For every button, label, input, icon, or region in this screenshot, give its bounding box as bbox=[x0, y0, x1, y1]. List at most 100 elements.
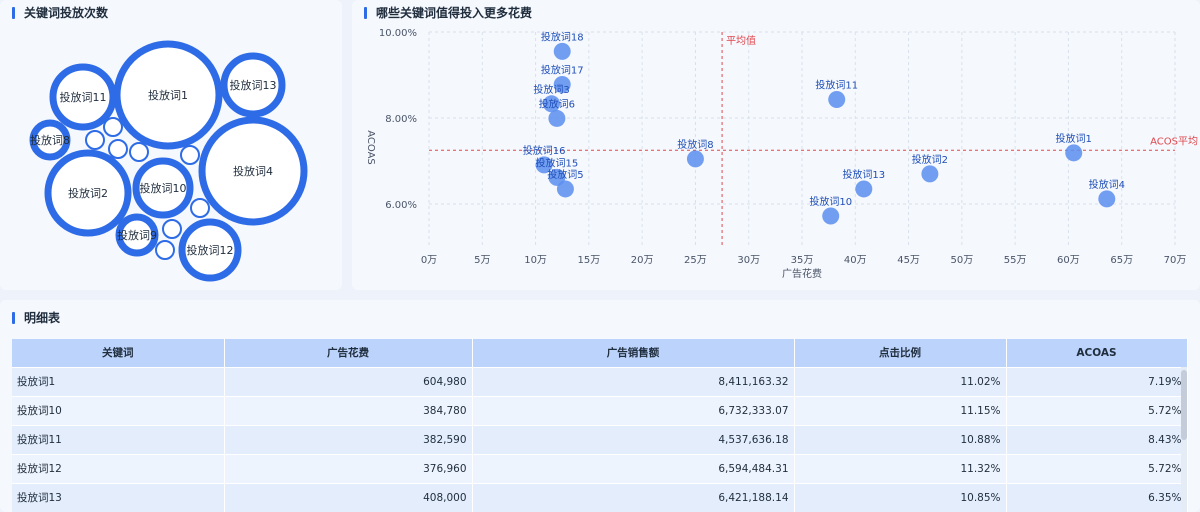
bubble-label: 投放词9 bbox=[117, 228, 157, 242]
detail-table: 关键词 广告花费 广告销售额 点击比例 ACOAS 投放词1 604,980 8… bbox=[12, 339, 1188, 512]
scatter-point[interactable] bbox=[828, 91, 846, 109]
small-bubble[interactable] bbox=[85, 130, 105, 150]
x-tick-label: 50万 bbox=[950, 255, 973, 266]
cell-ad-spend: 408,000 bbox=[224, 482, 473, 512]
scatter-point-label: 投放词3 bbox=[533, 83, 569, 96]
table-row[interactable]: 投放词12 376,960 6,594,484.31 11.32% 5.72% bbox=[12, 453, 1188, 483]
bubble-label: 投放词13 bbox=[230, 78, 277, 92]
cell-click-ratio: 10.88% bbox=[794, 424, 1007, 454]
scatter-point[interactable] bbox=[548, 109, 566, 127]
scatter-panel: 哪些关键词值得投入更多花费 平均值 ACOS平均 0万 5万 10万 15万 20万 25万… bbox=[352, 0, 1200, 290]
table-scrollbar-thumb[interactable] bbox=[1181, 370, 1187, 440]
table-row[interactable]: 投放词1 604,980 8,411,163.32 11.02% 7.19% bbox=[12, 366, 1188, 396]
scatter-point-label: 投放词5 bbox=[547, 168, 583, 181]
small-bubble[interactable] bbox=[155, 240, 175, 260]
detail-table-panel: 明细表 关键词 广告花费 广告销售额 点击比例 ACOAS 投放词1 604,9… bbox=[0, 300, 1200, 512]
cell-keyword: 投放词11 bbox=[12, 424, 225, 454]
x-tick-label: 70万 bbox=[1164, 255, 1187, 266]
scatter-point[interactable] bbox=[1065, 144, 1083, 162]
scatter-point-label: 投放词11 bbox=[815, 79, 858, 92]
bubble-label: 投放词10 bbox=[140, 181, 187, 195]
cell-keyword: 投放词13 bbox=[12, 482, 225, 512]
cell-ad-sales: 6,594,484.31 bbox=[472, 453, 795, 483]
small-bubble[interactable] bbox=[162, 219, 182, 239]
x-tick-label: 25万 bbox=[684, 255, 707, 266]
cell-ad-spend: 604,980 bbox=[224, 366, 473, 396]
scatter-point-label: 投放词2 bbox=[912, 153, 948, 166]
bubble-label: 投放词1 bbox=[148, 88, 188, 102]
column-header-ad-spend[interactable]: 广告花费 bbox=[224, 339, 473, 367]
cell-keyword: 投放词1 bbox=[12, 366, 225, 396]
x-tick-label: 15万 bbox=[577, 255, 600, 266]
x-tick-label: 40万 bbox=[844, 255, 867, 266]
bubble-label: 投放词8 bbox=[30, 133, 70, 147]
x-tick-label: 60万 bbox=[1057, 255, 1080, 266]
x-tick-label: 55万 bbox=[1004, 255, 1027, 266]
bubble-chart: 投放词1 投放词4 投放词2 投放词10 投放词11 投放词13 投放词12 投… bbox=[29, 40, 308, 282]
x-tick-label: 45万 bbox=[897, 255, 920, 266]
cell-keyword: 投放词12 bbox=[12, 453, 225, 483]
column-header-keyword[interactable]: 关键词 bbox=[12, 339, 225, 367]
scatter-point-label: 投放词15 bbox=[536, 156, 579, 169]
cell-click-ratio: 11.32% bbox=[794, 453, 1007, 483]
scatter-point-label: 投放词18 bbox=[541, 30, 584, 43]
average-y-label: ACOS平均 bbox=[1150, 135, 1198, 147]
cell-click-ratio: 11.02% bbox=[794, 366, 1007, 396]
bubble-label: 投放词4 bbox=[233, 164, 273, 178]
cell-ad-sales: 8,411,163.32 bbox=[472, 366, 795, 396]
average-x-label: 平均值 bbox=[726, 34, 756, 47]
small-bubble[interactable] bbox=[129, 142, 149, 162]
scatter-point-label: 投放词10 bbox=[809, 195, 852, 208]
scatter-point[interactable] bbox=[553, 42, 571, 60]
small-bubble[interactable] bbox=[108, 139, 128, 159]
scatter-point[interactable] bbox=[822, 207, 840, 225]
x-tick-label: 30万 bbox=[737, 255, 760, 266]
scatter-point-label: 投放词16 bbox=[523, 144, 566, 157]
cell-ad-sales: 4,537,636.18 bbox=[472, 424, 795, 454]
table-panel-title: 明细表 bbox=[12, 311, 60, 325]
y-axis-title: ACOAS bbox=[365, 130, 376, 165]
scatter-point-label: 投放词8 bbox=[677, 138, 713, 151]
x-tick-label: 10万 bbox=[524, 255, 547, 266]
column-header-ad-sales[interactable]: 广告销售额 bbox=[472, 339, 795, 367]
y-tick-label: 10.00% bbox=[379, 28, 417, 39]
cell-click-ratio: 10.85% bbox=[794, 482, 1007, 512]
x-tick-label: 20万 bbox=[631, 255, 654, 266]
table-row[interactable]: 投放词11 382,590 4,537,636.18 10.88% 8.43% bbox=[12, 424, 1188, 454]
scatter-point-label: 投放词13 bbox=[842, 168, 885, 181]
small-bubble[interactable] bbox=[180, 145, 200, 165]
cell-acoas: 5.72% bbox=[1006, 395, 1188, 425]
scatter-chart: 平均值 ACOS平均 0万 5万 10万 15万 20万 25万 30万 35万 40万 45万 50… bbox=[365, 28, 1198, 280]
small-bubble[interactable] bbox=[190, 198, 210, 218]
cell-ad-sales: 6,732,333.07 bbox=[472, 395, 795, 425]
scatter-point-label: 投放词1 bbox=[1056, 132, 1092, 145]
x-axis-title: 广告花费 bbox=[782, 267, 822, 280]
cell-ad-spend: 376,960 bbox=[224, 453, 473, 483]
cell-click-ratio: 11.15% bbox=[794, 395, 1007, 425]
scatter-point-label: 投放词6 bbox=[539, 97, 575, 110]
table-header-row: 关键词 广告花费 广告销售额 点击比例 ACOAS bbox=[12, 339, 1188, 367]
scatter-point-label: 投放词17 bbox=[541, 63, 584, 76]
bubble-label: 投放词12 bbox=[187, 243, 234, 257]
bubble-label: 投放词2 bbox=[68, 186, 108, 200]
column-header-acoas[interactable]: ACOAS bbox=[1006, 339, 1188, 367]
scatter-point[interactable] bbox=[1098, 190, 1116, 208]
scatter-point[interactable] bbox=[686, 150, 704, 168]
x-tick-label: 65万 bbox=[1110, 255, 1133, 266]
scatter-point[interactable] bbox=[556, 180, 574, 198]
scatter-point[interactable] bbox=[921, 165, 939, 183]
scatter-point[interactable] bbox=[855, 180, 873, 198]
table-row[interactable]: 投放词10 384,780 6,732,333.07 11.15% 5.72% bbox=[12, 395, 1188, 425]
cell-acoas: 5.72% bbox=[1006, 453, 1188, 483]
cell-ad-sales: 6,421,188.14 bbox=[472, 482, 795, 512]
x-tick-label: 0万 bbox=[421, 255, 437, 266]
cell-acoas: 8.43% bbox=[1006, 424, 1188, 454]
scatter-point-label: 投放词4 bbox=[1089, 178, 1125, 191]
x-tick-label: 5万 bbox=[474, 255, 490, 266]
cell-acoas: 7.19% bbox=[1006, 366, 1188, 396]
column-header-click-ratio[interactable]: 点击比例 bbox=[794, 339, 1007, 367]
table-row[interactable]: 投放词13 408,000 6,421,188.14 10.85% 6.35% bbox=[12, 482, 1188, 512]
small-bubble[interactable] bbox=[103, 117, 123, 137]
bubble-label: 投放词11 bbox=[60, 90, 107, 104]
cell-keyword: 投放词10 bbox=[12, 395, 225, 425]
